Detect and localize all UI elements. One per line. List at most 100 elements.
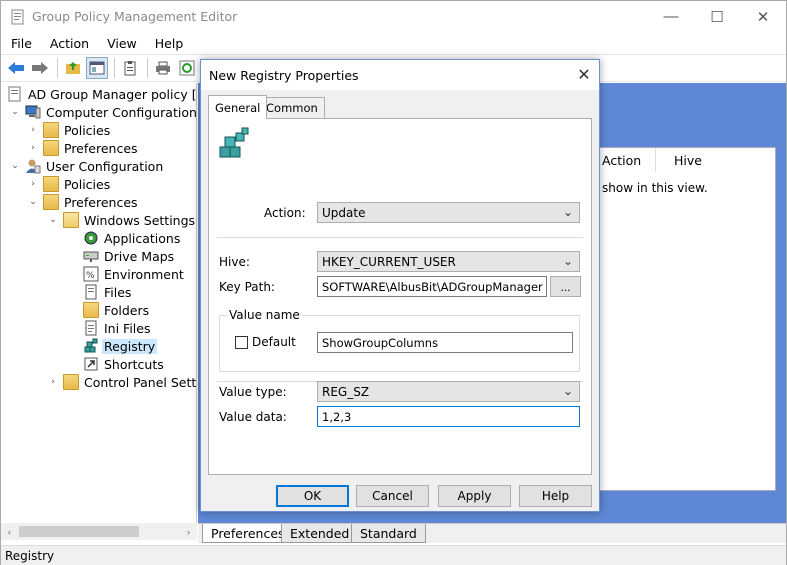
print-button[interactable] (152, 57, 174, 79)
value-data-input[interactable]: 1,2,3 (317, 406, 580, 427)
default-label: Default (252, 335, 296, 349)
tree-shortcuts[interactable]: Shortcuts (83, 355, 164, 373)
window-title: Group Policy Management Editor (32, 9, 238, 24)
general-tab-panel: Action: Update ⌄ Hive: HKEY_CURRENT_USER… (208, 118, 592, 475)
chevron-down-icon[interactable]: ⌄ (47, 214, 59, 226)
cancel-button[interactable]: Cancel (356, 485, 429, 507)
refresh-button[interactable] (176, 57, 198, 79)
files-icon (85, 284, 97, 300)
back-button[interactable] (5, 57, 27, 79)
tree-uc-preferences[interactable]: ⌄ Preferences (27, 193, 138, 211)
chevron-down-icon: ⌄ (562, 384, 574, 398)
ini-file-icon (85, 320, 97, 336)
computer-icon (25, 105, 41, 119)
value-name-group: Value name Default ShowGroupColumns (219, 308, 580, 372)
tree-cc-policies[interactable]: › Policies (27, 121, 110, 139)
ok-button[interactable]: OK (276, 485, 349, 507)
up-folder-icon (66, 62, 80, 74)
folder-icon (83, 302, 99, 318)
hive-select[interactable]: HKEY_CURRENT_USER ⌄ (317, 251, 580, 272)
chevron-down-icon: ⌄ (562, 254, 574, 268)
new-registry-properties-dialog: New Registry Properties ✕ General Common… (200, 59, 600, 512)
folder-icon (43, 122, 59, 138)
tab-standard[interactable]: Standard (351, 524, 426, 543)
chevron-right-icon[interactable]: › (27, 142, 39, 154)
hive-label: Hive: (219, 255, 250, 269)
tree-control-panel-settings[interactable]: › Control Panel Setting (47, 373, 196, 391)
menu-help[interactable]: Help (145, 36, 192, 51)
help-button[interactable]: Help (519, 485, 592, 507)
value-name-input[interactable]: ShowGroupColumns (317, 332, 573, 353)
tree-uc-policies[interactable]: › Policies (27, 175, 110, 193)
applications-icon (84, 231, 98, 245)
toolbar-separator (57, 58, 58, 78)
tree-folders[interactable]: Folders (83, 301, 149, 319)
refresh-icon (179, 60, 195, 76)
maximize-button[interactable]: ☐ (694, 1, 740, 32)
tree-windows-settings[interactable]: ⌄ Windows Settings (47, 211, 195, 229)
drive-maps-icon (83, 251, 99, 262)
tree-ini-files[interactable]: Ini Files (83, 319, 150, 337)
clipboard-icon (124, 61, 136, 76)
tree-computer-configuration[interactable]: ⌄ Computer Configuration (9, 103, 196, 121)
forward-button[interactable] (29, 57, 51, 79)
value-name-group-label: Value name (227, 308, 302, 322)
empty-list-message: show in this view. (602, 181, 708, 195)
minimize-button[interactable]: — (648, 1, 694, 32)
scroll-right-icon[interactable]: › (180, 523, 197, 540)
title-bar: Group Policy Management Editor — ☐ ✕ (1, 1, 786, 32)
chevron-right-icon[interactable]: › (27, 178, 39, 190)
up-folder-button[interactable] (62, 57, 84, 79)
column-hive[interactable]: Hive (656, 148, 777, 172)
status-bar: Registry (1, 545, 786, 565)
menu-file[interactable]: File (1, 36, 40, 51)
toolbar-separator (114, 58, 115, 78)
tab-general[interactable]: General (208, 95, 268, 119)
tree-user-configuration[interactable]: ⌄ User Configuration (9, 157, 163, 175)
tree-environment[interactable]: % Environment (83, 265, 184, 283)
shortcut-icon (84, 357, 98, 371)
folder-icon (43, 194, 59, 210)
tree-applications[interactable]: Applications (83, 229, 180, 247)
default-checkbox[interactable] (235, 336, 248, 349)
forward-arrow-icon (32, 62, 48, 74)
gpo-editor-icon (11, 9, 24, 24)
main-window: Group Policy Management Editor — ☐ ✕ Fil… (0, 0, 787, 565)
menu-view[interactable]: View (97, 36, 145, 51)
key-path-input[interactable]: SOFTWARE\AlbusBit\ADGroupManager (317, 276, 547, 297)
menu-action[interactable]: Action (40, 36, 97, 51)
tab-preferences[interactable]: Preferences (202, 524, 294, 543)
registry-icon (84, 338, 98, 353)
show-hide-tree-button[interactable] (86, 57, 108, 79)
dialog-close-button[interactable]: ✕ (569, 60, 599, 90)
chevron-right-icon[interactable]: › (47, 376, 59, 388)
chevron-down-icon[interactable]: ⌄ (9, 160, 21, 172)
apply-button[interactable]: Apply (438, 485, 511, 507)
folder-icon (43, 176, 59, 192)
action-label: Action: (264, 206, 306, 220)
tree-files[interactable]: Files (83, 283, 131, 301)
scrollbar-thumb[interactable] (19, 526, 139, 537)
tree-horizontal-scrollbar[interactable]: ‹ › (1, 523, 197, 540)
tab-common[interactable]: Common (259, 97, 325, 118)
environment-icon: % (83, 266, 99, 282)
svg-text:%: % (86, 271, 95, 281)
policy-document-icon (8, 86, 21, 102)
browse-key-button[interactable]: ... (550, 276, 581, 297)
tab-extended[interactable]: Extended (281, 524, 359, 543)
details-list: Action Hive show in this view. (583, 147, 776, 491)
view-tabs: Preferences Extended Standard (198, 523, 786, 543)
tree-cc-preferences[interactable]: › Preferences (27, 139, 138, 157)
chevron-down-icon: ⌄ (562, 205, 574, 219)
tree-drive-maps[interactable]: Drive Maps (83, 247, 174, 265)
action-select[interactable]: Update ⌄ (317, 202, 580, 223)
chevron-down-icon[interactable]: ⌄ (9, 106, 21, 118)
chevron-right-icon[interactable]: › (27, 124, 39, 136)
close-button[interactable]: ✕ (740, 1, 786, 32)
scroll-left-icon[interactable]: ‹ (1, 523, 18, 540)
chevron-down-icon[interactable]: ⌄ (27, 196, 39, 208)
value-type-select[interactable]: REG_SZ ⌄ (317, 381, 580, 402)
tree-root[interactable]: AD Group Manager policy [DC1 (7, 85, 196, 103)
properties-button[interactable] (119, 57, 141, 79)
tree-registry[interactable]: Registry (83, 337, 158, 355)
